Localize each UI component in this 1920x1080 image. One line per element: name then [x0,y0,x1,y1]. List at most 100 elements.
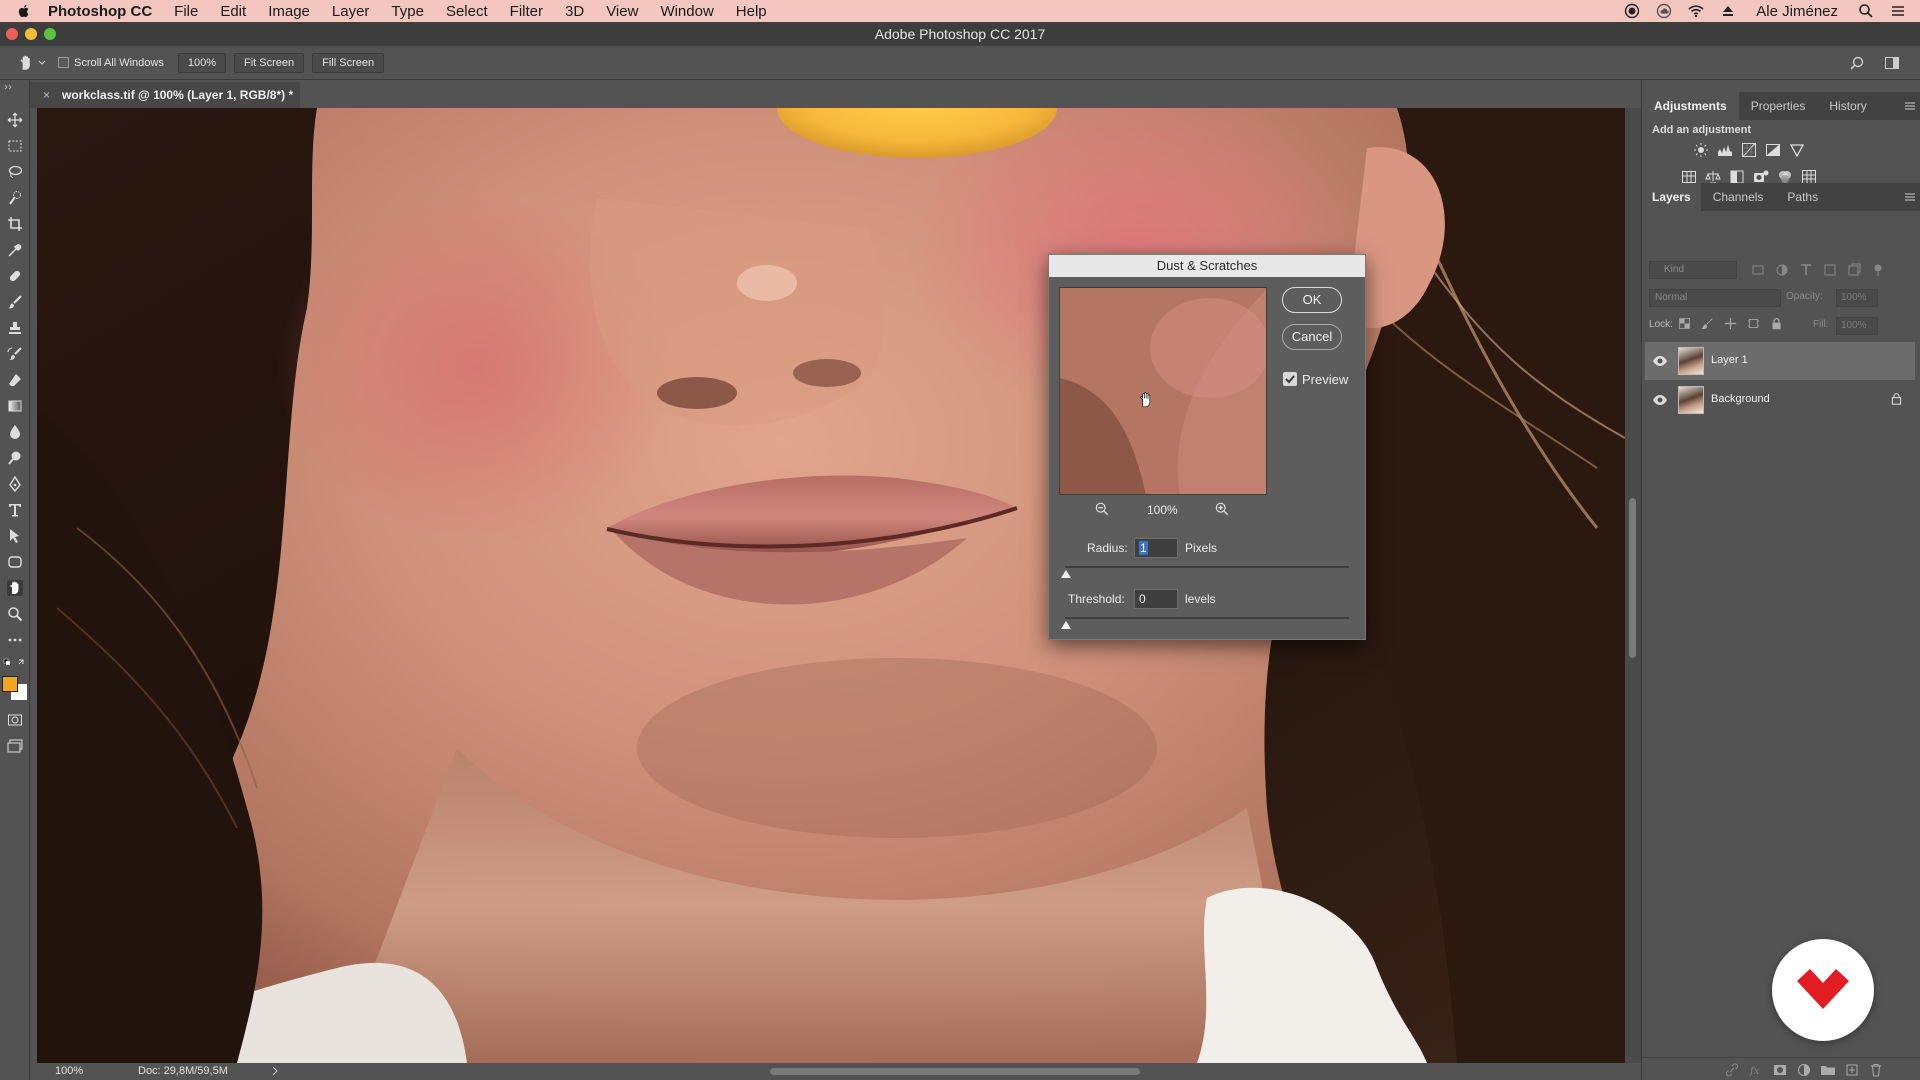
opacity-input[interactable]: 100% [1836,289,1878,307]
layer-row-background[interactable]: Background [1645,381,1915,419]
filter-shape-icon[interactable] [1822,262,1838,278]
gradient-tool-icon[interactable] [7,398,23,414]
new-group-icon[interactable] [1820,1062,1836,1078]
workspace-switcher-icon[interactable] [1884,55,1900,71]
chevron-right-icon[interactable] [270,1066,280,1076]
brush-tool-icon[interactable] [7,294,23,310]
creative-cloud-icon[interactable] [1656,3,1672,19]
layer-name[interactable]: Layer 1 [1711,354,1748,366]
quick-mask-icon[interactable] [7,712,23,728]
menu-image[interactable]: Image [268,3,310,20]
filter-smart-object-icon[interactable] [1846,262,1862,278]
cancel-button[interactable]: Cancel [1282,324,1342,350]
image-canvas[interactable] [37,108,1625,1063]
layer-name[interactable]: Background [1711,393,1770,405]
add-mask-icon[interactable] [1772,1062,1788,1078]
user-name[interactable]: Ale Jiménez [1756,3,1838,20]
menu-view[interactable]: View [606,3,638,20]
link-layers-icon[interactable] [1724,1062,1740,1078]
filter-type-icon[interactable] [1798,262,1814,278]
zoom-100-button[interactable]: 100% [177,52,226,73]
eyedropper-tool-icon[interactable] [7,242,23,258]
fill-screen-button[interactable]: Fill Screen [312,52,385,73]
rectangle-tool-icon[interactable] [7,554,23,570]
quick-selection-tool-icon[interactable] [7,190,23,206]
menu-app-name[interactable]: Photoshop CC [48,3,152,20]
eraser-tool-icon[interactable] [7,372,23,388]
delete-layer-icon[interactable] [1868,1062,1884,1078]
vibrance-icon[interactable] [1789,142,1805,158]
notification-center-icon[interactable] [1890,3,1906,19]
default-swap-colors-icon[interactable] [3,658,27,668]
filter-adjustment-icon[interactable] [1774,262,1790,278]
radius-slider-track[interactable] [1061,566,1349,578]
move-tool-icon[interactable] [7,112,23,128]
tab-properties[interactable]: Properties [1739,92,1818,120]
fill-input[interactable]: 100% [1836,317,1878,335]
preview-label[interactable]: Preview [1302,372,1348,387]
panel-collapse-icon[interactable] [3,84,27,90]
apple-icon[interactable] [16,3,32,19]
scroll-all-windows-checkbox[interactable] [58,57,69,68]
zoom-out-icon[interactable] [1095,502,1109,516]
threshold-slider-track[interactable] [1061,617,1349,629]
zoom-tool-icon[interactable] [7,606,23,622]
more-tools-icon[interactable] [7,632,23,648]
menu-type[interactable]: Type [391,3,424,20]
screen-mode-icon[interactable] [7,738,23,754]
zoom-window-button[interactable] [44,28,56,40]
search-icon[interactable] [1849,55,1865,71]
tab-channels[interactable]: Channels [1701,183,1776,211]
status-zoom[interactable]: 100% [55,1065,83,1077]
layer-style-fx-icon[interactable]: fx [1748,1062,1764,1078]
tab-history[interactable]: History [1817,92,1878,120]
tab-layers[interactable]: Layers [1642,183,1701,211]
menu-edit[interactable]: Edit [220,3,246,20]
menu-filter[interactable]: Filter [510,3,543,20]
minimize-window-button[interactable] [25,28,37,40]
new-layer-icon[interactable] [1844,1062,1860,1078]
menu-file[interactable]: File [174,3,198,20]
menu-window[interactable]: Window [660,3,713,20]
menu-layer[interactable]: Layer [332,3,370,20]
lasso-tool-icon[interactable] [7,164,23,180]
curves-icon[interactable] [1741,142,1757,158]
record-icon[interactable] [1624,3,1640,19]
threshold-input[interactable]: 0 [1134,589,1178,609]
layer-filter-kind[interactable]: Kind [1649,261,1737,279]
marquee-tool-icon[interactable] [7,138,23,154]
hand-tool-icon[interactable] [7,580,23,596]
type-tool-icon[interactable] [7,502,23,518]
brightness-contrast-icon[interactable] [1693,142,1709,158]
blend-mode-select[interactable]: Normal [1649,289,1781,307]
ok-button[interactable]: OK [1282,287,1342,313]
close-tab-icon[interactable]: × [43,82,50,108]
layer-row-layer-1[interactable]: Layer 1 [1645,342,1915,380]
document-tab[interactable]: × workclass.tif @ 100% (Layer 1, RGB/8*)… [30,82,300,108]
tab-adjustments[interactable]: Adjustments [1642,92,1739,120]
new-fill-adjustment-icon[interactable] [1796,1062,1812,1078]
dodge-tool-icon[interactable] [7,450,23,466]
zoom-in-icon[interactable] [1215,502,1229,516]
preview-checkbox[interactable] [1283,372,1297,386]
wifi-icon[interactable] [1688,3,1704,19]
exposure-icon[interactable] [1765,142,1781,158]
tab-paths[interactable]: Paths [1775,183,1830,211]
threshold-slider-handle[interactable] [1061,621,1071,629]
lock-position-icon[interactable] [1724,317,1737,330]
healing-brush-tool-icon[interactable] [7,268,23,284]
menu-3d[interactable]: 3D [565,3,584,20]
lock-artboard-icon[interactable] [1747,317,1760,330]
radius-input[interactable]: 1 [1134,538,1178,558]
eject-icon[interactable] [1720,3,1736,19]
vertical-scroll-thumb[interactable] [1629,498,1636,658]
panel-menu-icon[interactable] [1902,98,1918,114]
layers-panel-menu-icon[interactable] [1902,189,1918,205]
crop-tool-icon[interactable] [7,216,23,232]
lock-image-pixels-icon[interactable] [1701,317,1714,330]
lock-transparency-icon[interactable] [1678,317,1691,330]
clone-stamp-tool-icon[interactable] [7,320,23,336]
fit-screen-button[interactable]: Fit Screen [234,52,305,73]
history-brush-tool-icon[interactable] [7,346,23,362]
levels-icon[interactable] [1717,142,1733,158]
